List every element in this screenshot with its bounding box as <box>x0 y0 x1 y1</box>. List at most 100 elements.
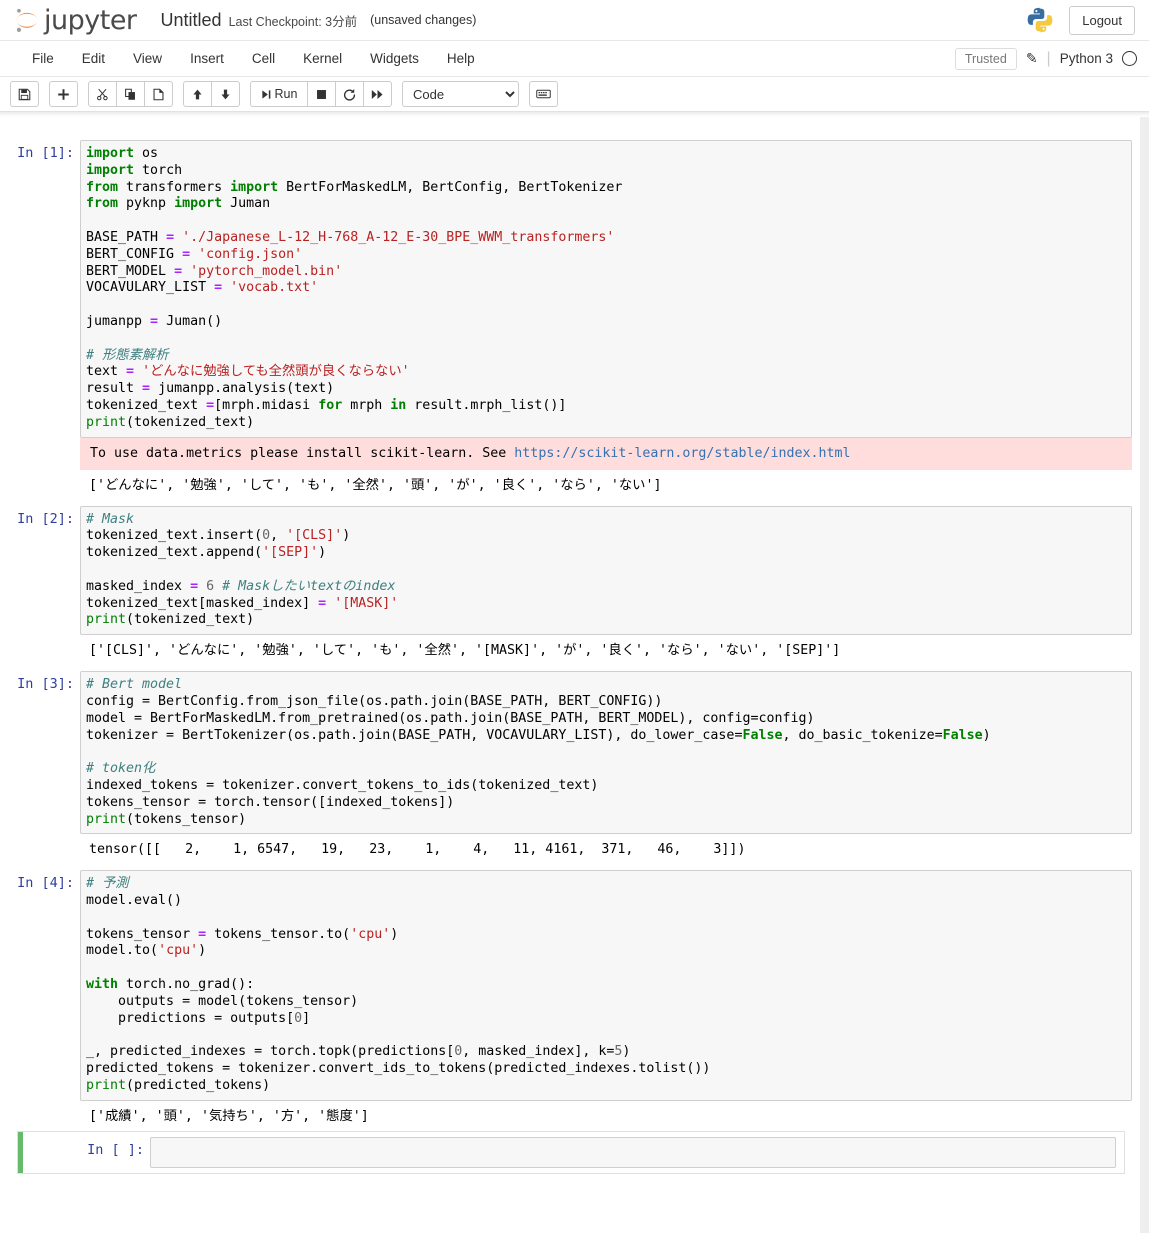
paste-icon[interactable] <box>144 81 173 107</box>
toolbar-group-palette <box>529 81 558 107</box>
menu-item-cell[interactable]: Cell <box>238 44 289 73</box>
code-token: (predicted_tokens) <box>126 1077 271 1093</box>
code-token: model.eval() <box>86 893 183 909</box>
code-token: config = BertConfig.from_json_file(os.pa… <box>86 693 663 709</box>
logout-button[interactable]: Logout <box>1069 5 1135 35</box>
menu-item-widgets[interactable]: Widgets <box>356 44 433 73</box>
notebook-title[interactable]: Untitled <box>161 10 222 31</box>
stop-square-icon[interactable] <box>307 81 336 107</box>
code-token: = <box>190 578 199 594</box>
code-token: = <box>214 280 223 296</box>
warning-text: To use data.metrics please install sciki… <box>90 445 515 461</box>
menu-item-edit[interactable]: Edit <box>68 44 119 73</box>
code-token: import <box>174 196 223 212</box>
menu-item-view[interactable]: View <box>119 44 176 73</box>
code-token: ) <box>342 528 351 544</box>
scikit-learn-link[interactable]: https://scikit-learn.org/stable/index.ht… <box>514 446 850 461</box>
code-token: 0 <box>262 528 271 544</box>
kernel-idle-icon[interactable] <box>1122 51 1137 66</box>
cell-prompt: In [2]: <box>17 510 74 527</box>
code-token: pyknp <box>118 196 175 212</box>
menu-item-insert[interactable]: Insert <box>176 44 238 73</box>
notebook-scroll-area[interactable]: In [1]: import os import torch from tran… <box>0 117 1149 1233</box>
pencil-icon[interactable]: ✎ <box>1026 50 1038 67</box>
save-floppy-icon[interactable] <box>10 81 39 107</box>
code-token: import <box>86 146 135 161</box>
code-editor[interactable]: # 予測 model.eval() tokens_tensor = tokens… <box>80 870 1132 1101</box>
cell-stdout-output: ['成績', '頭', '気持ち', '方', '態度'] <box>89 1108 369 1124</box>
add-cell-plus-icon[interactable] <box>49 81 78 107</box>
arrow-down-icon[interactable] <box>211 81 240 107</box>
code-comment: # 予測 <box>86 876 129 892</box>
cell-prompt: In [1]: <box>17 145 74 161</box>
notebook-cell[interactable]: In [2]: # Mask tokenized_text.insert(0, … <box>0 501 1140 667</box>
code-token: 0 <box>294 1010 303 1026</box>
menu-item-kernel[interactable]: Kernel <box>289 44 356 73</box>
code-comment: # Mask <box>86 511 135 527</box>
arrow-up-icon[interactable] <box>183 81 212 107</box>
code-token: ] <box>302 1010 311 1026</box>
cell-prompt: In [ ]: <box>87 1141 144 1158</box>
cell-body: # 予測 model.eval() tokens_tensor = tokens… <box>80 870 1140 1126</box>
scissors-cut-icon[interactable] <box>88 81 117 107</box>
code-token: ) <box>390 926 399 942</box>
notebook-cell[interactable]: In [1]: import os import torch from tran… <box>0 135 1140 501</box>
code-token: import <box>230 179 279 195</box>
code-token: indexed_tokens = tokenizer.convert_token… <box>86 777 599 793</box>
cell-stdout-output: ['どんなに', '勉強', 'して', 'も', '全然', '頭', 'が'… <box>89 477 662 493</box>
trusted-badge[interactable]: Trusted <box>954 47 1017 70</box>
code-token: = <box>174 263 183 279</box>
code-editor[interactable]: # Mask tokenized_text.insert(0, '[CLS]')… <box>80 505 1132 636</box>
menu-item-help[interactable]: Help <box>433 44 489 73</box>
code-token: , masked_index], k= <box>462 1044 615 1060</box>
copy-icon[interactable] <box>116 81 145 107</box>
cell-prompt: In [3]: <box>17 676 74 693</box>
code-token: from <box>86 196 119 212</box>
code-token: , do_basic_tokenize= <box>782 727 943 743</box>
code-token: result.mrph_list()] <box>406 397 567 413</box>
code-token: print <box>86 1077 127 1093</box>
kernel-name-label: Python 3 <box>1059 51 1113 66</box>
code-token: = <box>126 364 135 380</box>
code-token: in <box>390 397 407 413</box>
notebook-cell[interactable]: In [3]: # Bert model config = BertConfig… <box>0 666 1140 865</box>
fast-forward-icon[interactable] <box>363 81 392 107</box>
cell-warning-output: To use data.metrics please install sciki… <box>80 437 1132 470</box>
code-token: BERT_CONFIG <box>86 246 183 262</box>
keyboard-icon[interactable] <box>529 81 558 107</box>
run-button[interactable]: Run <box>250 81 308 107</box>
notebook-cell[interactable]: In [4]: # 予測 model.eval() tokens_tensor … <box>0 865 1140 1131</box>
code-token: model.to( <box>86 943 159 959</box>
jupyter-notebook-page: jupyter Untitled Last Checkpoint: 3分前 (u… <box>0 0 1149 1233</box>
code-token: '[CLS]' <box>286 528 343 544</box>
restart-circular-arrow-icon[interactable] <box>335 81 364 107</box>
code-token: predicted_tokens = tokenizer.convert_ids… <box>86 1061 711 1077</box>
code-token: 'config.json' <box>198 246 303 262</box>
code-editor[interactable]: # Bert model config = BertConfig.from_js… <box>80 671 1132 835</box>
code-token: print <box>86 811 127 827</box>
code-token: False <box>942 727 983 743</box>
notebook-cell-selected[interactable]: In [ ]: <box>17 1130 1125 1174</box>
menu-bar: File Edit View Insert Cell Kernel Widget… <box>0 41 1149 77</box>
code-token: import <box>86 162 135 178</box>
code-editor[interactable]: import os import torch from transformers… <box>80 140 1132 438</box>
menu-item-file[interactable]: File <box>18 44 68 73</box>
jupyter-wordmark: jupyter <box>44 4 137 36</box>
jupyter-logo-icon <box>16 8 38 33</box>
code-editor[interactable] <box>150 1136 1116 1168</box>
code-token: 'どんなに勉強しても全然頭が良くならない' <box>142 364 410 380</box>
code-token: '[SEP]' <box>262 545 319 561</box>
code-token: BertForMaskedLM, BertConfig, BertTokeniz… <box>278 179 623 195</box>
code-token: False <box>742 727 783 743</box>
code-token: = <box>166 229 175 245</box>
cell-body <box>150 1136 1124 1168</box>
code-comment: # token化 <box>86 761 156 777</box>
code-token: with <box>86 977 119 993</box>
cell-type-select[interactable]: Code Markdown Raw NBConvert Heading <box>402 81 519 107</box>
code-token: 'cpu' <box>158 943 199 959</box>
code-token: tokens_tensor <box>86 926 199 942</box>
code-token: = <box>206 397 215 413</box>
code-token: , <box>270 528 287 544</box>
jupyter-brand[interactable]: jupyter <box>14 7 137 34</box>
code-token: tokenized_text[masked_index] <box>86 595 319 611</box>
